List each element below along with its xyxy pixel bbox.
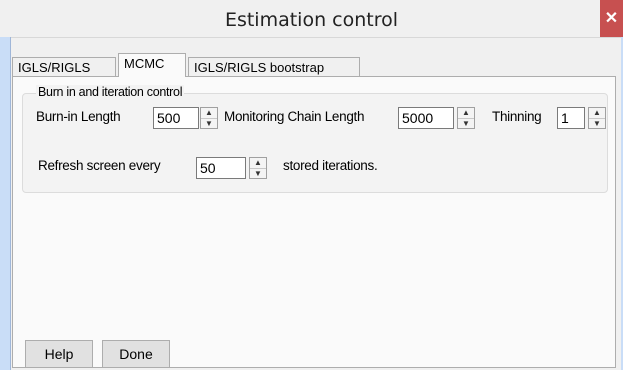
tab-igls-rigls-bootstrap[interactable]: IGLS/RIGLS bootstrap (188, 57, 360, 76)
group-title: Burn in and iteration control (36, 85, 185, 99)
refresh-screen-label: Refresh screen every (38, 158, 161, 173)
thinning-input[interactable]: 1 (557, 107, 585, 129)
window-title: Estimation control (224, 9, 399, 31)
close-icon[interactable]: ✕ (600, 0, 623, 37)
help-button[interactable]: Help (25, 340, 93, 368)
tab-mcmc[interactable]: MCMC (118, 53, 186, 77)
estimation-control-window: Estimation control ✕ IGLS/RIGLS MCMC IGL… (0, 0, 623, 370)
thinning-label: Thinning (492, 109, 542, 124)
title-bar[interactable]: Estimation control ✕ (0, 0, 623, 38)
chevron-up-icon[interactable]: ▲ (589, 108, 605, 119)
chevron-down-icon[interactable]: ▼ (201, 119, 217, 129)
refresh-screen-spinner[interactable]: ▲ ▼ (249, 157, 267, 179)
chevron-down-icon[interactable]: ▼ (589, 119, 605, 129)
chevron-down-icon[interactable]: ▼ (458, 119, 474, 129)
tab-igls-rigls[interactable]: IGLS/RIGLS (12, 57, 116, 76)
window-left-frame (0, 37, 11, 370)
monitoring-chain-length-label: Monitoring Chain Length (224, 109, 365, 124)
done-button[interactable]: Done (102, 340, 170, 368)
chevron-down-icon[interactable]: ▼ (250, 169, 266, 179)
monitoring-chain-length-spinner[interactable]: ▲ ▼ (457, 107, 475, 129)
thinning-spinner[interactable]: ▲ ▼ (588, 107, 606, 129)
burn-in-length-spinner[interactable]: ▲ ▼ (200, 107, 218, 129)
stored-iterations-label: stored iterations. (283, 158, 378, 173)
burn-in-length-input[interactable]: 500 (153, 107, 199, 129)
chevron-up-icon[interactable]: ▲ (250, 158, 266, 169)
burn-in-iteration-group (22, 93, 608, 193)
chevron-up-icon[interactable]: ▲ (458, 108, 474, 119)
burn-in-length-label: Burn-in Length (36, 109, 121, 124)
refresh-screen-input[interactable]: 50 (196, 157, 246, 179)
chevron-up-icon[interactable]: ▲ (201, 108, 217, 119)
monitoring-chain-length-input[interactable]: 5000 (398, 107, 454, 129)
